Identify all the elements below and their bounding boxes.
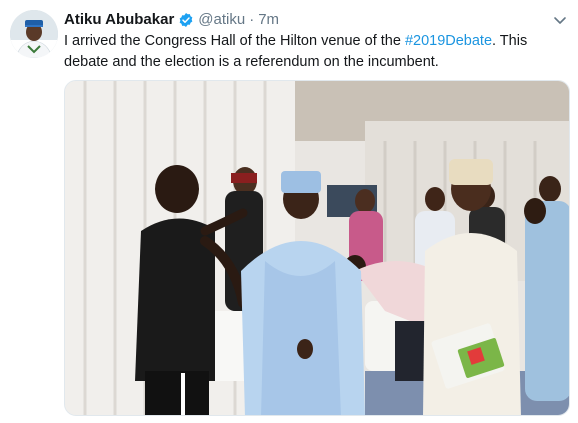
chevron-down-icon[interactable]: [552, 12, 568, 28]
tweet-text-part: I arrived the Congress Hall of the Hilto…: [64, 33, 405, 49]
separator-dot: ·: [249, 11, 255, 28]
verified-badge-icon: [178, 12, 194, 28]
timestamp[interactable]: 7m: [258, 11, 279, 29]
hashtag-link[interactable]: #2019Debate: [405, 33, 492, 49]
tweet-card[interactable]: Atiku Abubakar @atiku · 7m I arrived the…: [0, 0, 578, 423]
author-name[interactable]: Atiku Abubakar: [64, 11, 174, 29]
tweet-text: I arrived the Congress Hall of the Hilto…: [64, 31, 564, 73]
tweet-photo[interactable]: [64, 80, 570, 416]
author-handle[interactable]: @atiku: [198, 11, 245, 29]
avatar[interactable]: [10, 10, 58, 58]
